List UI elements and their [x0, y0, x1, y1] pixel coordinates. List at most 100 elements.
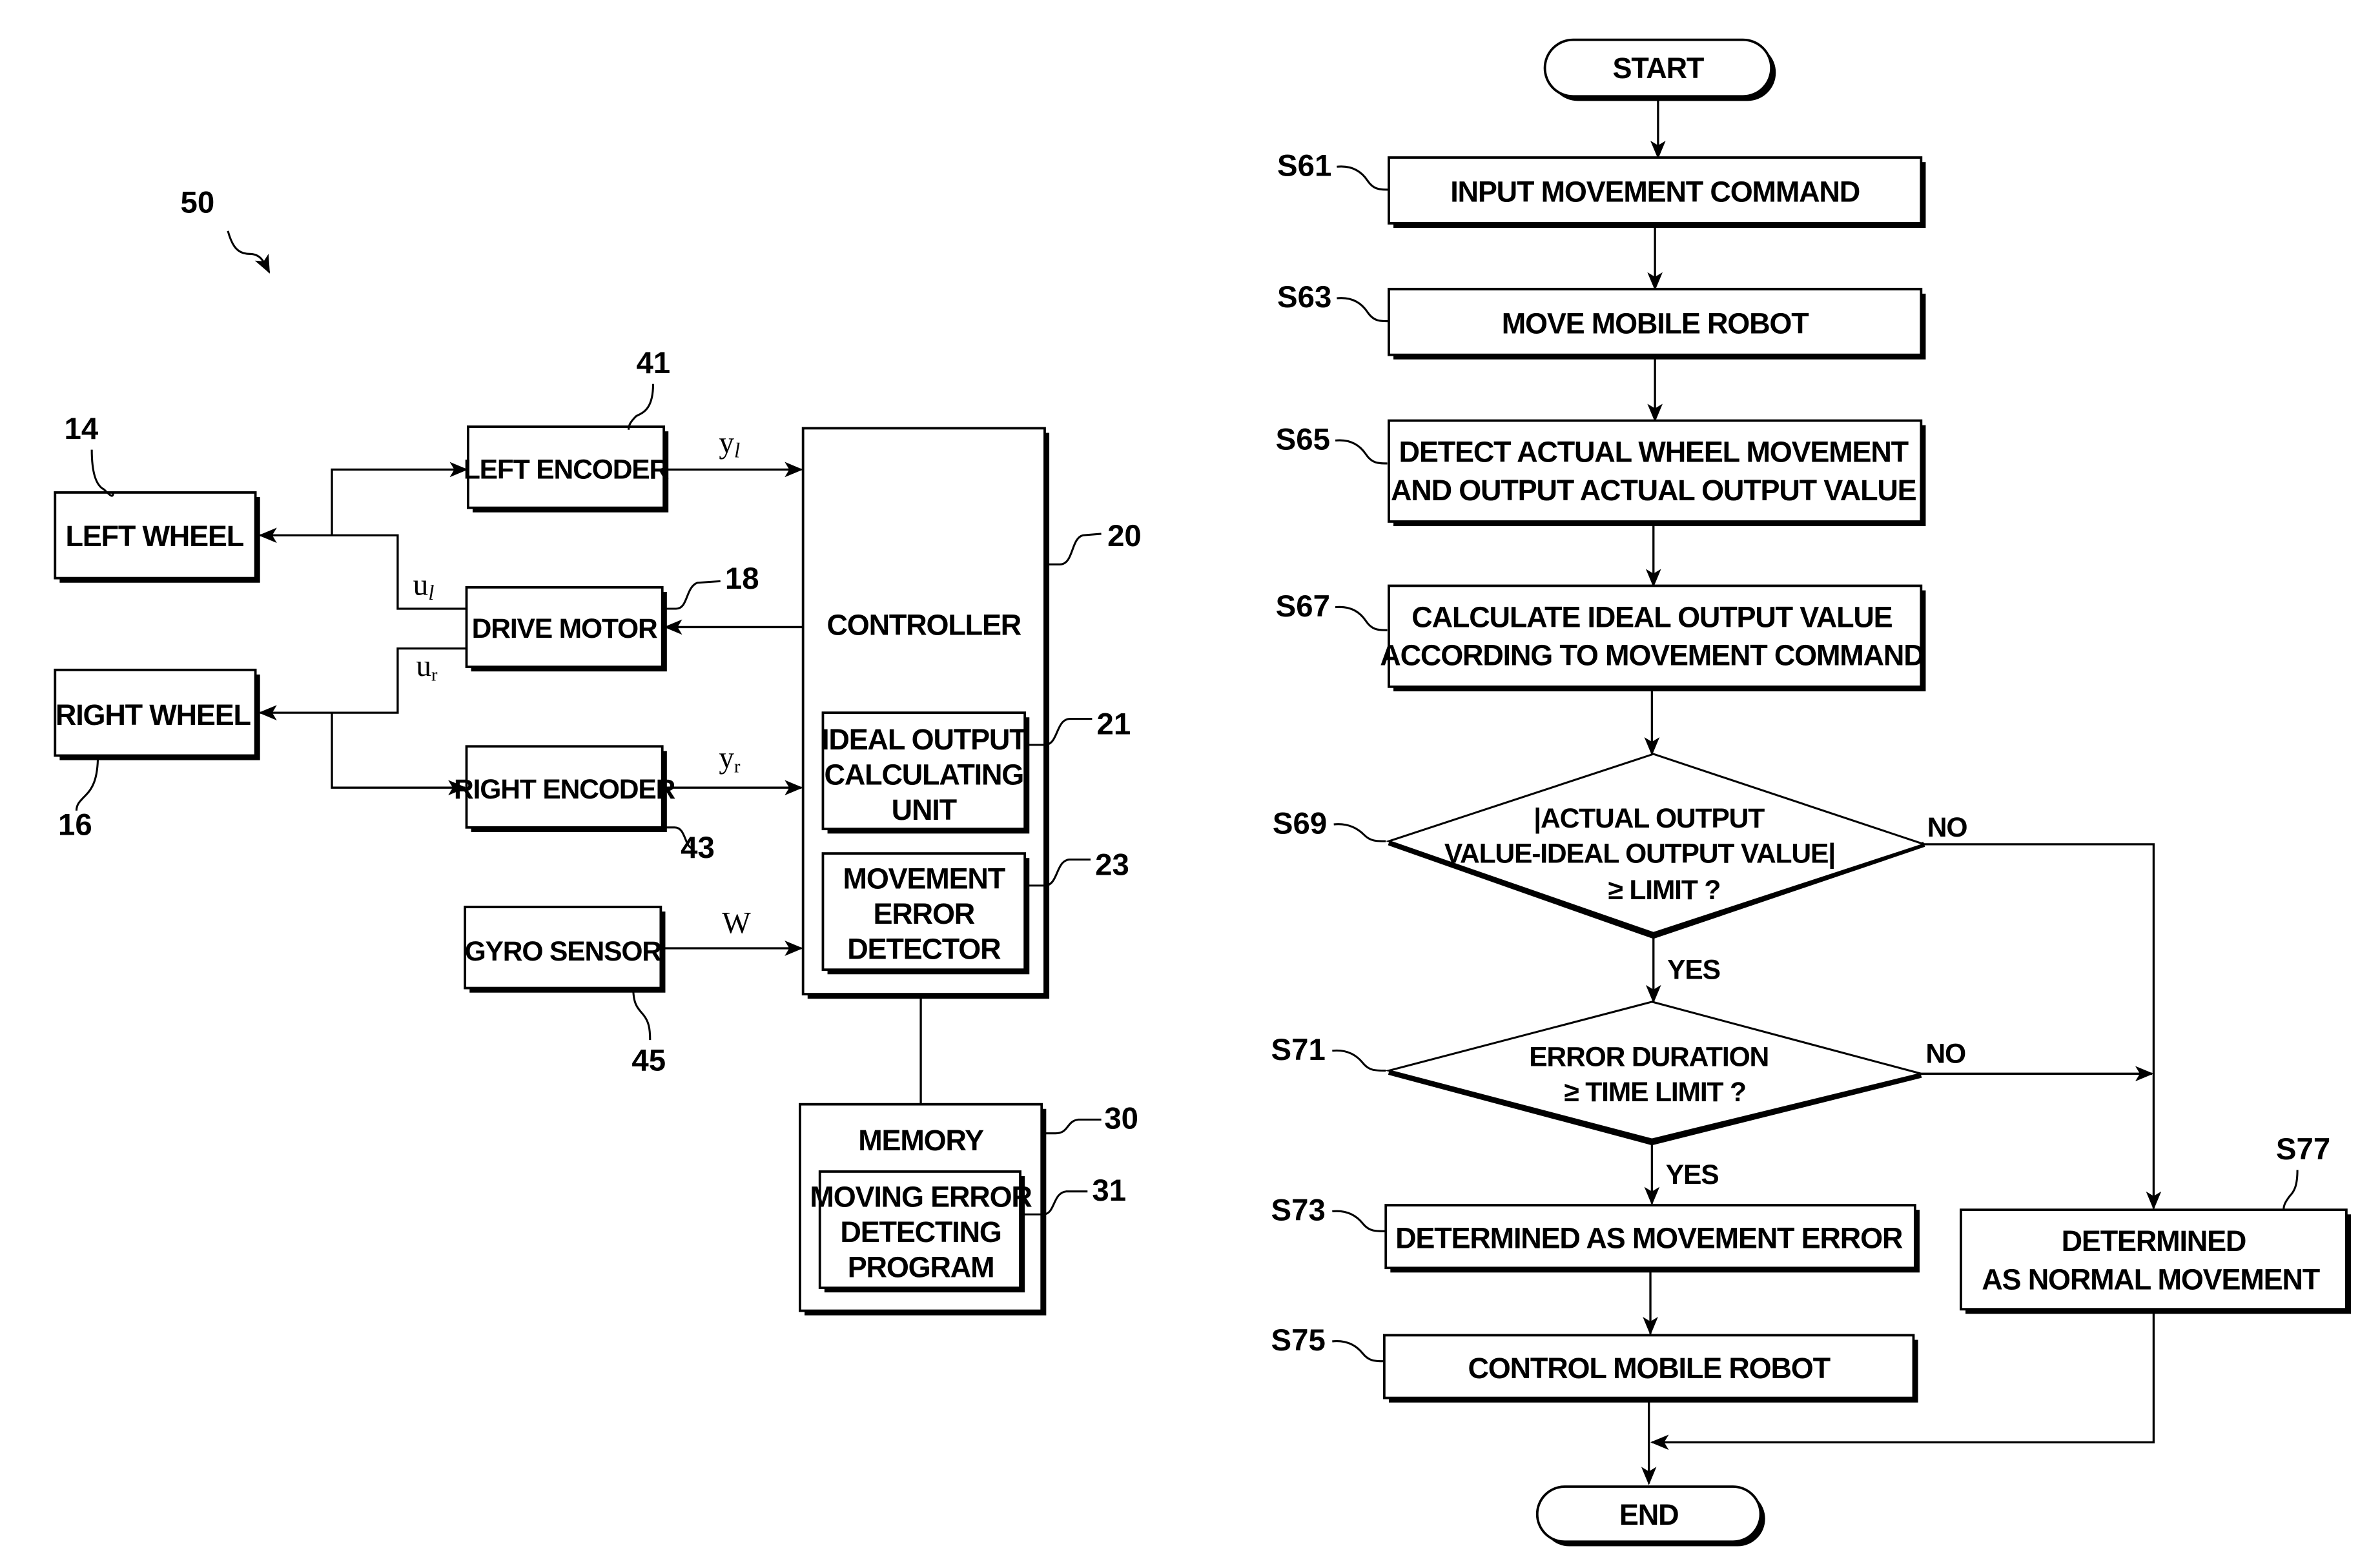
step-s77-lead	[2283, 1170, 2299, 1210]
decision-s69-line-1: |ACTUAL OUTPUT	[1534, 803, 1765, 834]
decision-s69-lead	[1333, 823, 1386, 842]
ref-45: 45	[631, 1044, 666, 1078]
ref-14: 14	[64, 412, 98, 446]
s69-yes-label: YES	[1667, 954, 1720, 985]
gyro-sensor-block: GYRO SENSOR	[464, 906, 666, 993]
ref-45-lead	[632, 988, 651, 1041]
figure-ref-lead	[227, 230, 271, 274]
ideal-output-unit-line-3: UNIT	[892, 793, 957, 826]
flowchart: START INPUT MOVEMENT COMMAND S61 MOVE MO…	[1271, 38, 2351, 1547]
step-s75: CONTROL MOBILE ROBOT	[1382, 1334, 1918, 1403]
step-s73-text: DETERMINED AS MOVEMENT ERROR	[1395, 1221, 1903, 1254]
ref-20-lead	[1046, 533, 1102, 565]
ref-41-lead	[628, 383, 655, 430]
memory-label: MEMORY	[858, 1124, 984, 1157]
block-diagram: 50 LEFT WHEEL 14 RIGHT WHEEL 16 LEFT ENC…	[54, 185, 1142, 1316]
decision-s71-lead	[1332, 1049, 1386, 1072]
ref-43: 43	[681, 831, 715, 865]
ideal-output-unit-line-2: CALCULATING	[825, 758, 1024, 791]
decision-s69-id: S69	[1273, 806, 1327, 840]
step-s61-id: S61	[1277, 148, 1331, 183]
step-s63-lead	[1337, 297, 1389, 323]
left-wheel-label: LEFT WHEEL	[65, 520, 243, 553]
step-s65-line-1: DETECT ACTUAL WHEEL MOVEMENT	[1399, 436, 1909, 469]
step-s77-line-2: AS NORMAL MOVEMENT	[1982, 1263, 2319, 1296]
movement-error-detector-line-1: MOVEMENT	[843, 862, 1005, 895]
ref-18: 18	[725, 562, 759, 596]
step-s75-text: CONTROL MOBILE ROBOT	[1468, 1352, 1830, 1385]
ref-23: 23	[1095, 848, 1129, 882]
drive-motor-block: DRIVE MOTOR	[465, 585, 667, 672]
end-terminal: END	[1535, 1485, 1765, 1547]
step-s65-lead	[1335, 439, 1388, 465]
step-s77-line-1: DETERMINED	[2062, 1225, 2246, 1257]
ref-18-lead	[664, 580, 721, 610]
start-label: START	[1613, 52, 1704, 85]
moving-error-program-line-2: DETECTING	[840, 1216, 1001, 1248]
ref-41: 41	[636, 346, 670, 380]
ref-21: 21	[1096, 707, 1131, 741]
gyro-sensor-label: GYRO SENSOR	[465, 936, 662, 967]
start-terminal: START	[1543, 38, 1776, 101]
right-wheel-label: RIGHT WHEEL	[56, 698, 251, 731]
decision-s69: |ACTUAL OUTPUT VALUE-IDEAL OUTPUT VALUE|…	[1386, 753, 1927, 939]
step-s73: DETERMINED AS MOVEMENT ERROR	[1384, 1204, 1920, 1273]
step-s65-line-2: AND OUTPUT ACTUAL OUTPUT VALUE	[1391, 474, 1916, 507]
step-s63-text: MOVE MOBILE ROBOT	[1502, 307, 1809, 340]
decision-s71-line-1: ERROR DURATION	[1529, 1041, 1769, 1072]
ideal-output-unit-block: IDEAL OUTPUT CALCULATING UNIT	[821, 711, 1030, 834]
step-s65: DETECT ACTUAL WHEEL MOVEMENT AND OUTPUT …	[1388, 419, 1926, 527]
connector-motor-to-left-wheel	[258, 527, 467, 610]
signal-y-right: yr	[719, 741, 741, 777]
ref-20: 20	[1107, 519, 1142, 553]
movement-error-detector-line-2: ERROR	[874, 897, 975, 930]
controller-label: CONTROLLER	[827, 608, 1021, 641]
ref-31: 31	[1092, 1174, 1126, 1208]
right-encoder-label: RIGHT ENCODER	[454, 774, 675, 805]
arrow-s69-no	[1924, 843, 2162, 1210]
step-s67-line-2: ACCORDING TO MOVEMENT COMMAND	[1380, 639, 1923, 672]
drive-motor-label: DRIVE MOTOR	[472, 613, 657, 644]
end-label: END	[1619, 1498, 1678, 1531]
ref-30: 30	[1104, 1102, 1138, 1136]
step-s61: INPUT MOVEMENT COMMAND	[1388, 156, 1926, 229]
decision-s71: ERROR DURATION ≥ TIME LIMIT ?	[1384, 1001, 1922, 1146]
step-s63-id: S63	[1277, 280, 1331, 314]
step-s67-lead	[1335, 606, 1388, 631]
signal-u-left: ul	[413, 569, 435, 605]
ref-30-lead	[1041, 1118, 1102, 1135]
step-s67-line-1: CALCULATE IDEAL OUTPUT VALUE	[1411, 600, 1892, 633]
ref-16-lead	[75, 755, 99, 811]
movement-error-detector-block: MOVEMENT ERROR DETECTOR	[821, 852, 1030, 975]
step-s63: MOVE MOBILE ROBOT	[1388, 287, 1926, 360]
step-s67: CALCULATE IDEAL OUTPUT VALUE ACCORDING T…	[1380, 584, 1926, 691]
step-s75-id: S75	[1271, 1323, 1326, 1358]
left-encoder-label: LEFT ENCODER	[464, 454, 669, 485]
moving-error-program-line-1: MOVING ERROR	[810, 1180, 1032, 1213]
ref-14-lead	[90, 449, 114, 497]
step-s73-lead	[1332, 1210, 1386, 1232]
connector-to-left-encoder	[331, 462, 468, 536]
moving-error-program-line-3: PROGRAM	[848, 1250, 994, 1283]
movement-error-detector-line-3: DETECTOR	[847, 933, 1001, 966]
s71-yes-label: YES	[1666, 1159, 1719, 1190]
decision-s71-line-2: ≥ TIME LIMIT ?	[1564, 1077, 1745, 1108]
s71-no-label: NO	[1925, 1039, 1965, 1070]
step-s77: DETERMINED AS NORMAL MOVEMENT	[1960, 1208, 2351, 1314]
patent-figure: 50 LEFT WHEEL 14 RIGHT WHEEL 16 LEFT ENC…	[54, 38, 2351, 1547]
right-wheel-block: RIGHT WHEEL	[54, 668, 260, 760]
left-encoder-block: LEFT ENCODER	[464, 425, 670, 513]
ref-16: 16	[58, 808, 92, 842]
right-encoder-block: RIGHT ENCODER	[454, 745, 676, 832]
ideal-output-unit-line-1: IDEAL OUTPUT	[821, 723, 1027, 756]
left-wheel-block: LEFT WHEEL	[54, 491, 260, 583]
connector-to-right-encoder	[331, 713, 467, 796]
step-s65-id: S65	[1276, 423, 1330, 457]
signal-w: W	[722, 906, 751, 940]
step-s61-text: INPUT MOVEMENT COMMAND	[1450, 176, 1860, 209]
moving-error-program-block: MOVING ERROR DETECTING PROGRAM	[810, 1170, 1033, 1293]
step-s61-lead	[1337, 165, 1389, 191]
step-s67-id: S67	[1276, 589, 1330, 624]
decision-s69-line-2: VALUE-IDEAL OUTPUT VALUE|	[1444, 838, 1835, 869]
step-s73-id: S73	[1271, 1194, 1326, 1228]
